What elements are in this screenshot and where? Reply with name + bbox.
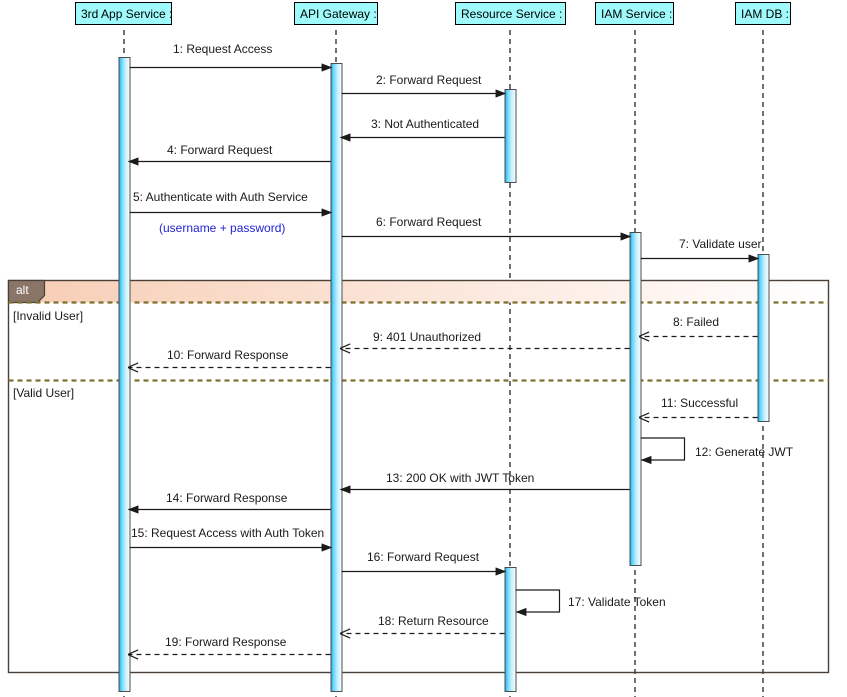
message-label-3: 3: Not Authenticated (371, 117, 480, 131)
activation-bar-resource-5 (504, 567, 517, 692)
message-label-18: 18: Return Resource (378, 614, 489, 628)
activation-bar-gateway-1 (330, 63, 343, 692)
lifeline-header-iamdb[interactable]: IAM DB : (735, 2, 791, 25)
message-label-8: 8: Failed (673, 315, 720, 329)
message-label-15: 15: Request Access with Auth Token (131, 526, 325, 540)
alt-operand-guard-1: [Valid User] (13, 386, 75, 400)
activation-bar-iam-3 (629, 232, 642, 566)
alt-fragment-tab-label: alt (16, 283, 29, 297)
activation-bar-resource-2 (504, 89, 517, 183)
lifeline-header-gateway[interactable]: API Gateway : (294, 2, 378, 25)
message-label-2: 2: Forward Request (376, 73, 482, 87)
message-label-4: 4: Forward Request (167, 143, 273, 157)
sequence-diagram-canvas: 3rd App Service : API Gateway : Resource S… (0, 0, 847, 697)
message-label-16: 16: Forward Request (367, 550, 480, 564)
message-label-12: 12: Generate JWT (695, 445, 794, 459)
alt-operand-guard-0: [Invalid User] (13, 309, 84, 323)
lifeline-header-resource[interactable]: Resource Service : (455, 2, 566, 25)
activation-bar-iamdb-4 (757, 254, 770, 422)
sequence-diagram-graphics (7, 30, 830, 697)
message-label-9: 9: 401 Unauthorized (373, 330, 482, 344)
message-label-17: 17: Validate Token (568, 595, 666, 609)
activation-bar-app-0 (118, 57, 131, 692)
message-label-14: 14: Forward Response (166, 491, 288, 505)
message-label-13: 13: 200 OK with JWT Token (386, 471, 535, 485)
message-label-19: 19: Forward Response (165, 635, 287, 649)
alt-fragment-header-band (8, 280, 829, 303)
message-label-11: 11: Successful (661, 396, 739, 410)
message-label-7: 7: Validate user (679, 237, 762, 251)
lifeline-header-iam[interactable]: IAM Service : (595, 2, 674, 25)
credentials-note: (username + password) (159, 221, 286, 235)
message-17-self-arrow (515, 589, 561, 617)
message-label-5: 5: Authenticate with Auth Service (133, 190, 308, 204)
message-label-10: 10: Forward Response (167, 348, 289, 362)
lifeline-header-app[interactable]: 3rd App Service : (75, 2, 172, 25)
message-12-self-arrow (640, 437, 686, 465)
message-label-1: 1: Request Access (173, 42, 273, 56)
message-label-6: 6: Forward Request (376, 215, 482, 229)
